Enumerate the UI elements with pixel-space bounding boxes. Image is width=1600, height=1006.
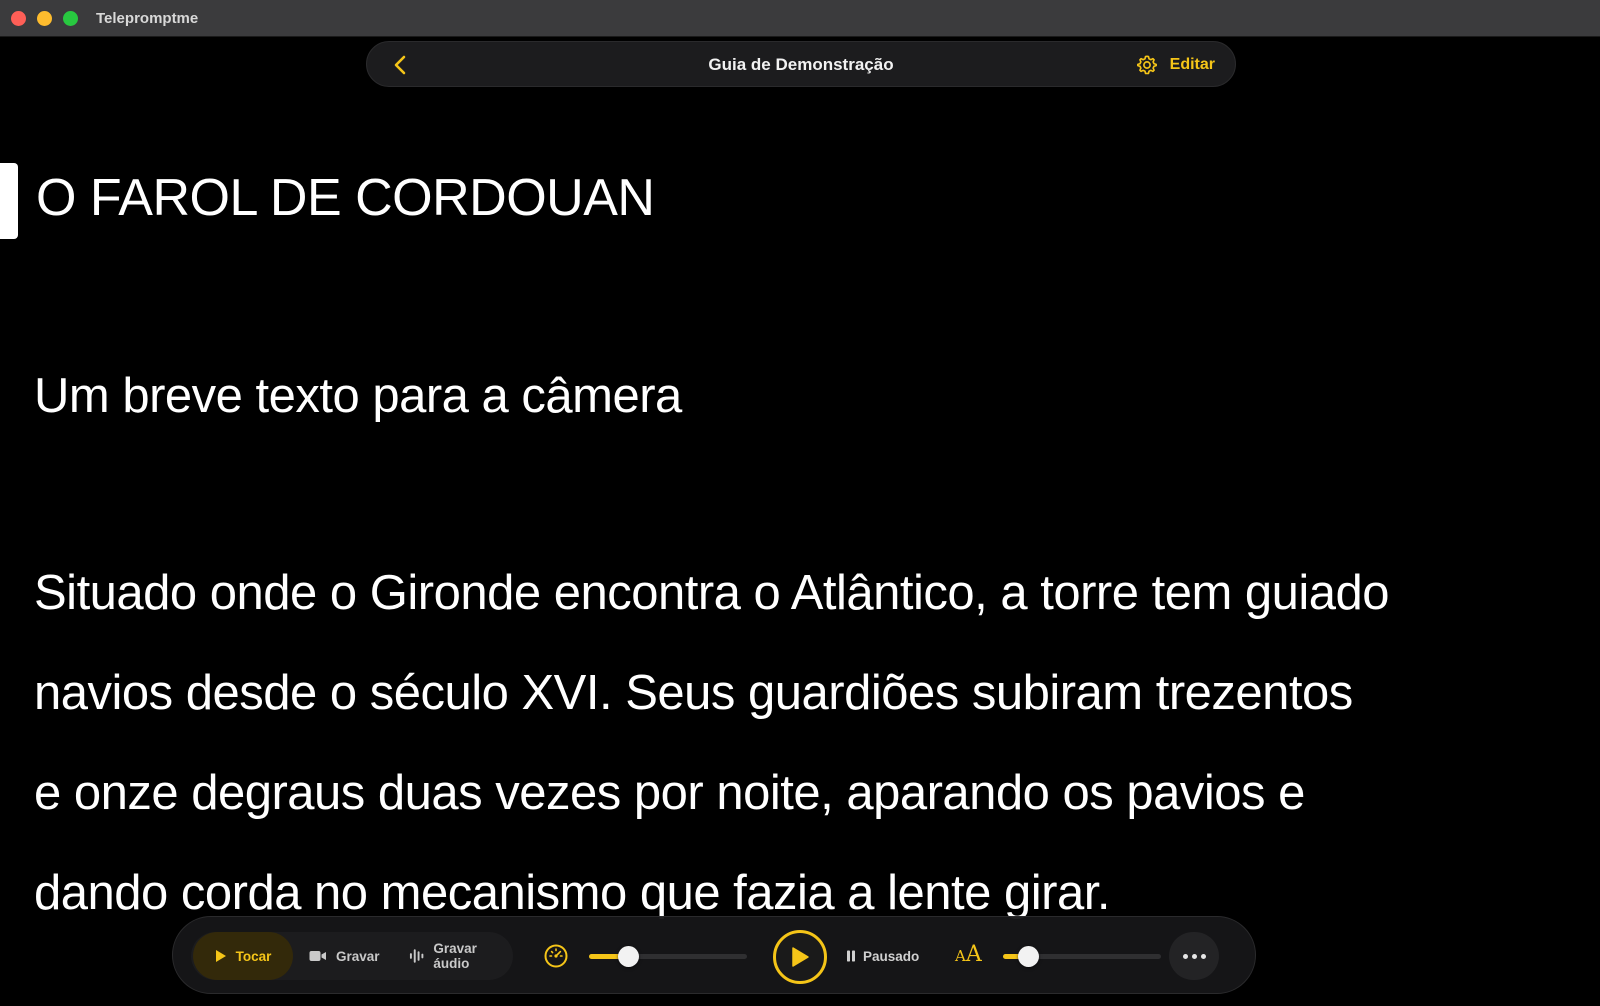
script-line: dando corda no mecanismo que fazia a len… <box>34 866 1110 920</box>
document-title: Guia de Demonstração <box>708 55 894 74</box>
speed-slider-thumb[interactable] <box>618 946 639 967</box>
play-icon <box>792 947 809 967</box>
waveform-icon <box>409 949 424 963</box>
script-subtitle: Um breve texto para a câmera <box>34 369 682 423</box>
more-options-button[interactable] <box>1169 932 1219 980</box>
record-mode-label: Gravar <box>336 948 380 964</box>
font-size-icon[interactable]: A A <box>955 942 982 967</box>
app-window: Telepromptme Guia de Demonstração Editar… <box>0 0 1600 1006</box>
play-icon <box>215 950 226 962</box>
title-bar: Telepromptme <box>0 0 1600 37</box>
ellipsis-dot <box>1191 953 1197 959</box>
record-audio-mode-button[interactable]: Gravar áudio <box>409 932 513 980</box>
zoom-window-button[interactable] <box>63 11 78 26</box>
close-window-button[interactable] <box>11 11 26 26</box>
record-audio-mode-label: Gravar áudio <box>433 941 477 971</box>
playback-control-bar: Tocar Gravar Gravar áudio Pausado A A <box>172 916 1256 994</box>
pause-icon <box>847 950 855 962</box>
mode-selector: Tocar Gravar Gravar áudio <box>191 932 513 980</box>
video-camera-icon <box>309 951 326 961</box>
font-size-slider[interactable] <box>1003 946 1161 967</box>
script-line: navios desde o século XVI. Seus guardiõe… <box>34 666 1353 720</box>
play-mode-label: Tocar <box>235 948 272 964</box>
edit-button[interactable]: Editar <box>1136 52 1215 78</box>
script-line: e onze degraus duas vezes por noite, apa… <box>34 766 1305 820</box>
font-size-icon-large: A <box>965 942 982 967</box>
script-title: O FAROL DE CORDOUAN <box>36 169 655 227</box>
font-size-icon-small: A <box>955 947 966 965</box>
play-mode-button[interactable]: Tocar <box>193 932 293 980</box>
playback-status: Pausado <box>846 946 919 966</box>
speed-slider[interactable] <box>589 946 747 967</box>
font-size-slider-thumb[interactable] <box>1017 946 1039 967</box>
edit-label: Editar <box>1169 56 1215 73</box>
gear-icon <box>1136 55 1157 75</box>
script-line: Situado onde o Gironde encontra o Atlânt… <box>34 566 1390 620</box>
ellipsis-dot <box>1200 953 1206 959</box>
speedometer-icon[interactable] <box>543 943 569 969</box>
app-title: Telepromptme <box>96 10 199 27</box>
play-pause-button[interactable] <box>773 930 827 984</box>
ellipsis-icon <box>1182 953 1188 959</box>
top-navigation: Guia de Demonstração Editar <box>366 41 1236 87</box>
record-mode-button[interactable]: Gravar <box>309 932 380 980</box>
minimize-window-button[interactable] <box>37 11 52 26</box>
playback-status-label: Pausado <box>863 948 920 964</box>
reading-cue-marker <box>0 163 18 239</box>
